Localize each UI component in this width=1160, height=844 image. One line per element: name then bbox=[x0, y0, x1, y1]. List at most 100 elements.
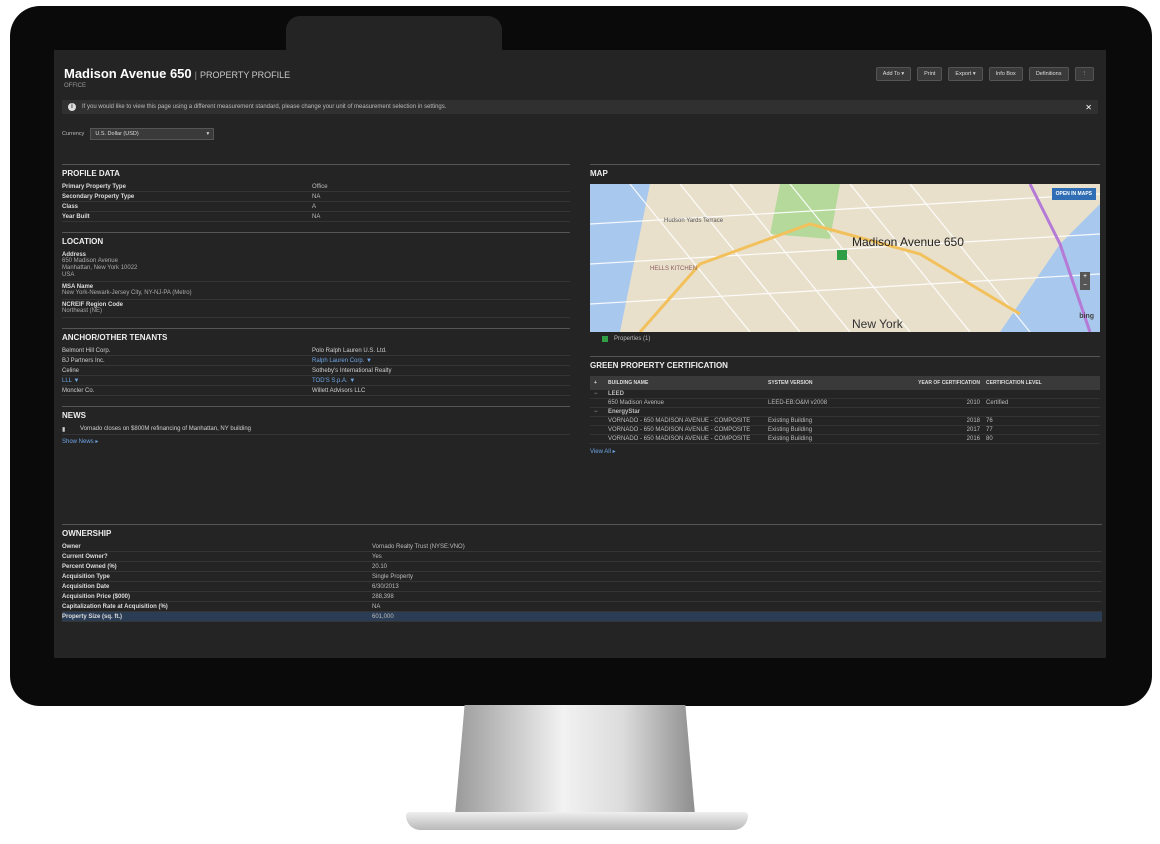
legend-label: Properties (1) bbox=[614, 336, 651, 342]
view-all-link[interactable]: View All ▸ bbox=[590, 448, 1100, 455]
column-header[interactable]: SYSTEM VERSION bbox=[768, 380, 864, 386]
profile-row: Class A bbox=[62, 202, 570, 212]
column-header[interactable]: BUILDING NAME bbox=[608, 380, 768, 386]
zoom-in-icon[interactable]: + bbox=[1080, 272, 1090, 281]
column-header[interactable]: CERTIFICATION LEVEL bbox=[986, 380, 1086, 386]
cert-building: VORNADO - 650 MADISON AVENUE - COMPOSITE bbox=[608, 418, 751, 424]
cert-building: VORNADO - 650 MADISON AVENUE - COMPOSITE bbox=[608, 427, 751, 433]
info-box-button[interactable]: Info Box bbox=[988, 67, 1023, 81]
ownership-row: Percent Owned (%) 20.10 bbox=[62, 562, 1102, 572]
profile-rows: Primary Property Type Office Secondary Pro… bbox=[62, 182, 570, 222]
ownership-key: Property Size (sq. ft.) bbox=[62, 613, 123, 620]
page-header: Madison Avenue 650 | PROPERTY PROFILE bbox=[64, 66, 290, 81]
tenant-name: Willett Advisors LLC bbox=[312, 387, 366, 394]
cert-year: 2017 bbox=[966, 427, 980, 433]
ownership-value: Yes bbox=[372, 553, 382, 560]
more-options-icon[interactable]: ⋮ bbox=[1074, 67, 1094, 81]
cert-group-name: LEED bbox=[608, 391, 625, 397]
ownership-value: Single Property bbox=[372, 573, 414, 580]
news-headline: Vornado closes on $800M refinancing of M… bbox=[80, 425, 252, 432]
tenant-name: Polo Ralph Lauren U.S. Ltd. bbox=[312, 347, 387, 354]
collapse-icon[interactable]: − bbox=[590, 391, 608, 397]
measurement-banner: i If you would like to view this page us… bbox=[62, 100, 1098, 114]
tenant-name[interactable]: TOD'S S.p.A. ▼ bbox=[312, 378, 355, 384]
ownership-row: Capitalization Rate at Acquisition (%) NA bbox=[62, 602, 1102, 612]
section-title: OWNERSHIP bbox=[62, 524, 1102, 538]
news-item[interactable]: ▮ Vornado closes on $800M refinancing of… bbox=[62, 424, 570, 435]
tenant-name[interactable]: LLL ▼ bbox=[62, 378, 312, 384]
ownership-row: Owner Vornado Realty Trust (NYSE:VNO) bbox=[62, 542, 1102, 552]
section-title: LOCATION bbox=[62, 232, 570, 246]
cert-row: VORNADO - 650 MADISON AVENUE - COMPOSITE… bbox=[590, 435, 1100, 444]
section-title: PROFILE DATA bbox=[62, 164, 570, 178]
print-button[interactable]: Print bbox=[917, 67, 943, 81]
open-in-maps-button[interactable]: OPEN IN MAPS bbox=[1051, 188, 1096, 200]
page-title: Madison Avenue 650 bbox=[64, 66, 192, 81]
tenant-name: Belmont Hill Corp. bbox=[62, 347, 111, 354]
cert-indent bbox=[590, 436, 608, 442]
property-marker[interactable] bbox=[837, 250, 847, 260]
ownership-key: Acquisition Price ($000) bbox=[62, 593, 131, 600]
cert-indent bbox=[590, 427, 608, 433]
export-label: Export bbox=[955, 71, 972, 77]
banner-text: If you would like to view this page usin… bbox=[82, 104, 447, 110]
profile-row: Primary Property Type Office bbox=[62, 182, 570, 192]
ownership-value: 20.10 bbox=[372, 563, 388, 570]
profile-value: NA bbox=[312, 193, 321, 200]
tenant-name[interactable]: Ralph Lauren Corp. ▼ bbox=[312, 358, 372, 364]
show-news-link[interactable]: Show News ▸ bbox=[62, 438, 570, 445]
currency-value: U.S. Dollar (USD) bbox=[95, 131, 139, 137]
ownership-value: 288,398 bbox=[372, 593, 394, 600]
ownership-rows: Owner Vornado Realty Trust (NYSE:VNO) Curr… bbox=[62, 542, 1102, 622]
ownership-row: Current Owner? Yes bbox=[62, 552, 1102, 562]
tenant-name: BJ Partners Inc. bbox=[62, 357, 105, 364]
section-title: MAP bbox=[590, 164, 1100, 178]
add-to-label: Add To bbox=[882, 71, 900, 77]
collapse-icon[interactable]: − bbox=[590, 409, 608, 415]
currency-selector: Currency U.S. Dollar (USD) ▾ bbox=[62, 128, 215, 140]
legend-swatch bbox=[602, 336, 608, 342]
definitions-button[interactable]: Definitions bbox=[1028, 67, 1069, 81]
cert-section: GREEN PROPERTY CERTIFICATION + BUILDING … bbox=[590, 356, 1100, 455]
app-screen: Madison Avenue 650 | PROPERTY PROFILE OFFI… bbox=[54, 50, 1106, 658]
cert-row: VORNADO - 650 MADISON AVENUE - COMPOSITE… bbox=[590, 426, 1100, 435]
location-section: LOCATION Address 650 Madison Avenue Manh… bbox=[62, 232, 570, 318]
ownership-row: Acquisition Type Single Property bbox=[62, 572, 1102, 582]
property-map[interactable]: Madison Avenue 650 Hudson Yards Terrace … bbox=[590, 184, 1100, 332]
msa-block: MSA Name New York-Newark-Jersey City, NY… bbox=[62, 282, 570, 300]
tenant-row: Celine Sotheby's International Realty bbox=[62, 366, 570, 376]
ownership-key: Acquisition Date bbox=[62, 583, 110, 590]
zoom-out-icon[interactable]: − bbox=[1080, 281, 1090, 290]
map-place-label: Hudson Yards Terrace bbox=[664, 218, 724, 224]
cert-version: Existing Building bbox=[768, 427, 813, 433]
add-to-button[interactable]: Add To ▾ bbox=[875, 67, 912, 81]
profile-row: Year Built NA bbox=[62, 212, 570, 222]
cert-year: 2010 bbox=[966, 400, 980, 406]
profile-key: Class bbox=[62, 203, 79, 210]
address-line: 650 Madison Avenue bbox=[62, 258, 118, 264]
cert-group-row[interactable]: − EnergyStar bbox=[590, 408, 1100, 417]
toolbar: Add To ▾ Print Export ▾ Info Box Definit… bbox=[875, 67, 1094, 81]
close-icon[interactable]: ✕ bbox=[1085, 103, 1092, 112]
cert-group-row[interactable]: − LEED bbox=[590, 390, 1100, 399]
ownership-row: Acquisition Date 6/30/2013 bbox=[62, 582, 1102, 592]
map-property-label: Madison Avenue 650 bbox=[852, 235, 964, 249]
cert-row: 650 Madison Avenue LEED-EB:O&M v2008 2010 C… bbox=[590, 399, 1100, 408]
region-value: Northeast (NE) bbox=[62, 308, 103, 314]
cert-indent bbox=[590, 418, 608, 424]
currency-label: Currency bbox=[62, 131, 85, 137]
column-header[interactable]: YEAR OF CERTIFICATION bbox=[864, 380, 986, 386]
news-section: NEWS ▮ Vornado closes on $800M refinanci… bbox=[62, 406, 570, 445]
title-separator: | bbox=[194, 70, 197, 80]
profile-value: A bbox=[312, 203, 317, 210]
profile-row: Secondary Property Type NA bbox=[62, 192, 570, 202]
news-bullet-icon: ▮ bbox=[62, 426, 66, 433]
cert-indent bbox=[590, 400, 608, 406]
expand-all-icon[interactable]: + bbox=[590, 380, 608, 386]
currency-select[interactable]: U.S. Dollar (USD) ▾ bbox=[90, 128, 215, 140]
info-icon: i bbox=[68, 103, 76, 111]
export-button[interactable]: Export ▾ bbox=[948, 67, 983, 81]
monitor-stand bbox=[455, 705, 695, 815]
ownership-value[interactable]: Vornado Realty Trust (NYSE:VNO) bbox=[372, 544, 465, 550]
zoom-controls: + − bbox=[1080, 272, 1090, 290]
